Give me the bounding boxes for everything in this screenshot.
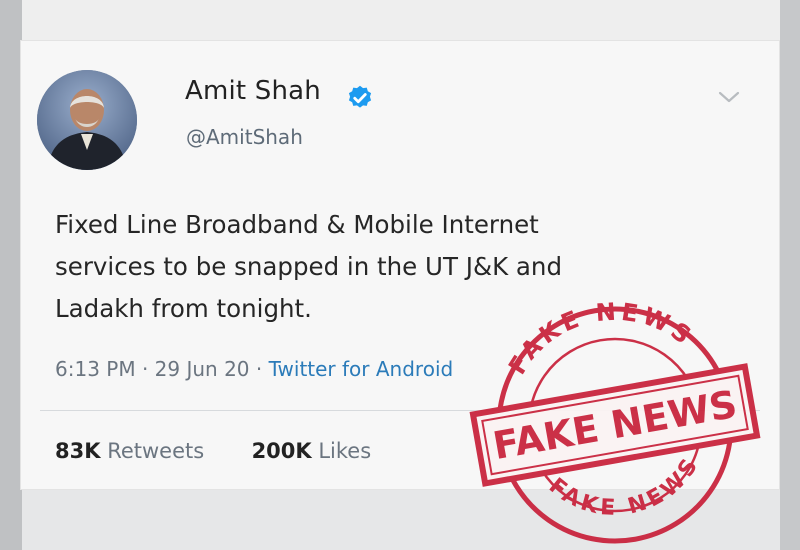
tweet-stats: 83K Retweets 200K Likes bbox=[55, 439, 371, 463]
meta-separator: · bbox=[255, 357, 269, 381]
retweets-stat[interactable]: 83K Retweets bbox=[55, 439, 211, 463]
fake-news-stamp: FAKE NEWS FAKE NEWS FAKE NEWS bbox=[469, 300, 761, 544]
meta-separator: · bbox=[141, 357, 155, 381]
avatar[interactable] bbox=[37, 70, 137, 170]
avatar-photo bbox=[37, 70, 137, 170]
author-name[interactable]: Amit Shah bbox=[185, 76, 321, 106]
left-frame bbox=[0, 0, 22, 550]
tweet-meta: 6:13 PM · 29 Jun 20 · Twitter for Androi… bbox=[55, 357, 453, 381]
likes-count: 200K bbox=[251, 439, 312, 463]
chevron-down-icon[interactable] bbox=[716, 88, 742, 106]
likes-label: Likes bbox=[318, 439, 372, 463]
retweets-label: Retweets bbox=[107, 439, 205, 463]
likes-stat[interactable]: 200K Likes bbox=[252, 439, 372, 463]
tweet-time[interactable]: 6:13 PM bbox=[55, 357, 136, 381]
tweet-client-link[interactable]: Twitter for Android bbox=[269, 357, 454, 381]
top-strip bbox=[22, 0, 780, 40]
tweet-date[interactable]: 29 Jun 20 bbox=[155, 357, 250, 381]
verified-badge-icon bbox=[348, 85, 372, 108]
retweets-count: 83K bbox=[55, 439, 101, 463]
author-handle[interactable]: @AmitShah bbox=[186, 125, 303, 149]
